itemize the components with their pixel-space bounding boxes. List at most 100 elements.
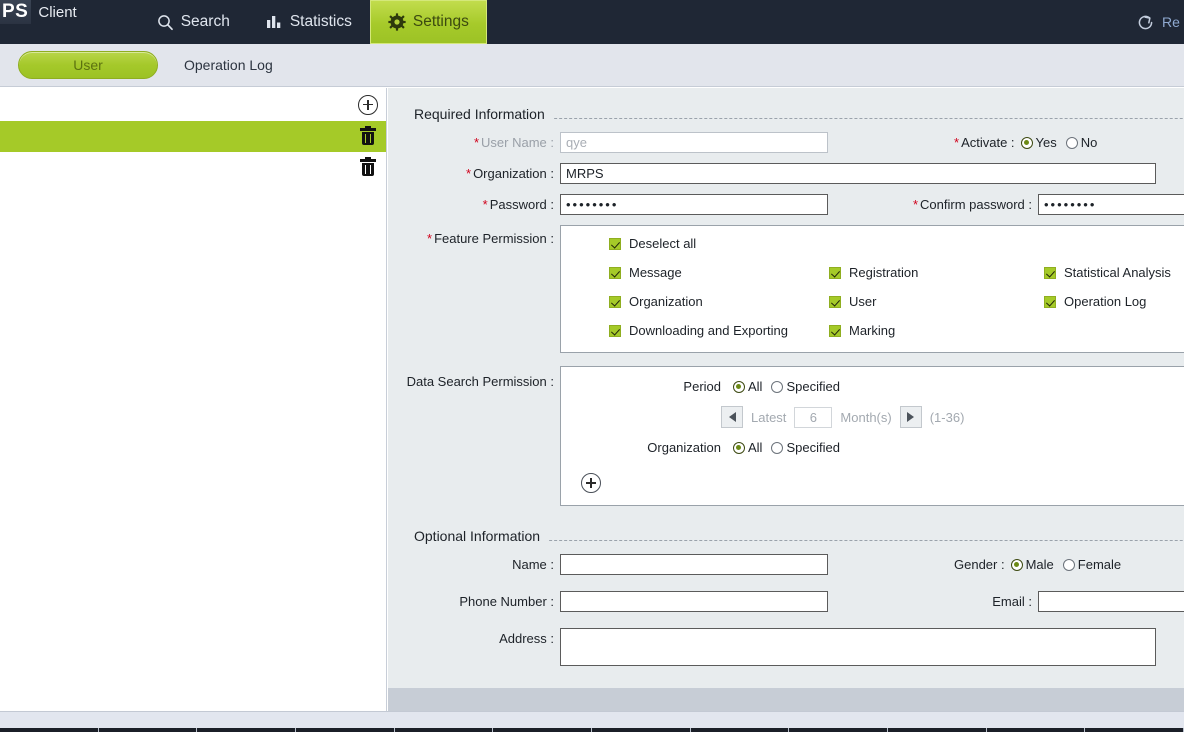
organization-radio-all[interactable]: All [733, 440, 762, 455]
confirm-password-input[interactable] [1038, 194, 1184, 215]
radio-empty-icon [1066, 137, 1078, 149]
period-radio-all[interactable]: All [733, 379, 762, 394]
user-list-item[interactable] [0, 152, 386, 183]
nav-label-settings: Settings [413, 13, 469, 31]
activate-group: *Activate : Yes No [954, 135, 1097, 150]
checkbox-label: Message [629, 265, 682, 280]
email-input[interactable] [1038, 591, 1184, 612]
gender-group: Gender : Male Female [954, 557, 1121, 572]
organization-label: *Organization : [388, 166, 560, 181]
activate-no-label: No [1081, 135, 1098, 150]
required-marker: * [483, 197, 488, 212]
organization-radio-specified[interactable]: Specified [771, 440, 839, 455]
trash-icon[interactable] [360, 128, 376, 145]
period-radio-specified[interactable]: Specified [771, 379, 839, 394]
address-input[interactable] [560, 628, 1156, 666]
triangle-left-icon[interactable] [721, 406, 743, 428]
app-brand: PS Client [0, 0, 77, 44]
data-search-permission-label: Data Search Permission : [388, 366, 560, 389]
taskbar-ticks [0, 728, 1184, 732]
required-information-title: Required Information [414, 106, 553, 122]
required-marker: * [954, 135, 959, 150]
name-input[interactable] [560, 554, 828, 575]
feature-permission-label: *Feature Permission : [388, 225, 560, 246]
checkbox-label: Marking [849, 323, 895, 338]
organization-scope-label: Organization [561, 440, 721, 455]
sub-navigation-bar: n User Operation Log [0, 44, 1184, 87]
email-label: Email : [842, 594, 1038, 609]
gender-radio-female[interactable]: Female [1063, 557, 1121, 572]
activate-radio-no[interactable]: No [1066, 135, 1098, 150]
plus-circle-icon[interactable] [581, 473, 601, 493]
application-window: PS Client Search [0, 0, 1184, 732]
period-label: Period [561, 379, 721, 394]
period-specified-label: Specified [786, 379, 839, 394]
activate-yes-label: Yes [1036, 135, 1057, 150]
checkbox-registration[interactable]: Registration [829, 265, 1044, 280]
checkbox-checked-icon [609, 238, 621, 250]
required-marker: * [466, 166, 471, 181]
optional-information-title: Optional Information [414, 528, 548, 544]
activate-radio-yes[interactable]: Yes [1021, 135, 1057, 150]
checkbox-label: Deselect all [629, 236, 696, 251]
nav-right-label[interactable]: Re [1162, 14, 1184, 30]
checkbox-operation-log[interactable]: Operation Log [1044, 294, 1184, 309]
radio-empty-icon [771, 381, 783, 393]
checkbox-statistical-analysis[interactable]: Statistical Analysis [1044, 265, 1184, 280]
subtab-operation-log[interactable]: Operation Log [184, 57, 273, 73]
brand-name: Client [38, 4, 76, 21]
nav-item-settings[interactable]: Settings [370, 0, 487, 44]
checkbox-organization[interactable]: Organization [609, 294, 829, 309]
checkbox-checked-icon [609, 267, 621, 279]
checkbox-deselect-all[interactable]: Deselect all [609, 236, 829, 251]
checkbox-checked-icon [1044, 267, 1056, 279]
organization-scope-row: Organization All Specified [561, 440, 1184, 455]
checkbox-message[interactable]: Message [609, 265, 829, 280]
phone-number-input[interactable] [560, 591, 828, 612]
data-search-permission-box: Period All Specified [560, 366, 1184, 506]
password-input[interactable] [560, 194, 828, 215]
add-organization-row [561, 467, 1184, 493]
plus-circle-icon[interactable] [358, 95, 378, 115]
radio-selected-icon [733, 381, 745, 393]
checkbox-label: Operation Log [1064, 294, 1146, 309]
trash-icon[interactable] [360, 159, 376, 176]
user-list-item[interactable] [0, 121, 386, 152]
row-data-search-permission: Data Search Permission : Period All Spec… [388, 366, 1184, 506]
password-label: *Password : [388, 197, 560, 212]
checkbox-label: Organization [629, 294, 703, 309]
checkbox-downloading-and-exporting[interactable]: Downloading and Exporting [609, 323, 829, 338]
checkbox-label: Downloading and Exporting [629, 323, 788, 338]
organization-input[interactable] [560, 163, 1156, 184]
email-group: Email : [842, 591, 1184, 612]
name-label: Name : [388, 557, 560, 572]
user-name-input[interactable] [560, 132, 828, 153]
period-spinner: Latest Month(s) (1-36) [561, 406, 1184, 428]
organization-specified-label: Specified [786, 440, 839, 455]
checkbox-checked-icon [609, 296, 621, 308]
gear-icon [388, 13, 406, 31]
subtab-user[interactable]: User [18, 51, 158, 79]
feature-permission-box: Deselect all Message Registration [560, 225, 1184, 353]
gender-radio-male[interactable]: Male [1011, 557, 1054, 572]
nav-item-statistics[interactable]: Statistics [248, 0, 370, 44]
address-label: Address : [388, 628, 560, 646]
nav-item-search[interactable]: Search [139, 0, 248, 44]
checkbox-label: Statistical Analysis [1064, 265, 1171, 280]
nav-right-area: Re [1136, 0, 1184, 44]
period-months-input[interactable] [794, 407, 832, 428]
checkbox-marking[interactable]: Marking [829, 323, 1044, 338]
checkbox-checked-icon [829, 325, 841, 337]
user-name-label: *User Name : [388, 135, 560, 150]
search-icon [157, 14, 174, 31]
checkbox-label: Registration [849, 265, 918, 280]
subtab-organization[interactable]: n [0, 57, 8, 73]
radio-empty-icon [1063, 559, 1075, 571]
form-footer-strip [388, 688, 1184, 711]
refresh-icon[interactable] [1136, 13, 1155, 32]
required-marker: * [474, 135, 479, 150]
triangle-right-icon[interactable] [900, 406, 922, 428]
row-organization: *Organization : [388, 163, 1184, 184]
checkbox-user[interactable]: User [829, 294, 1044, 309]
gender-label: Gender : [954, 557, 1011, 572]
